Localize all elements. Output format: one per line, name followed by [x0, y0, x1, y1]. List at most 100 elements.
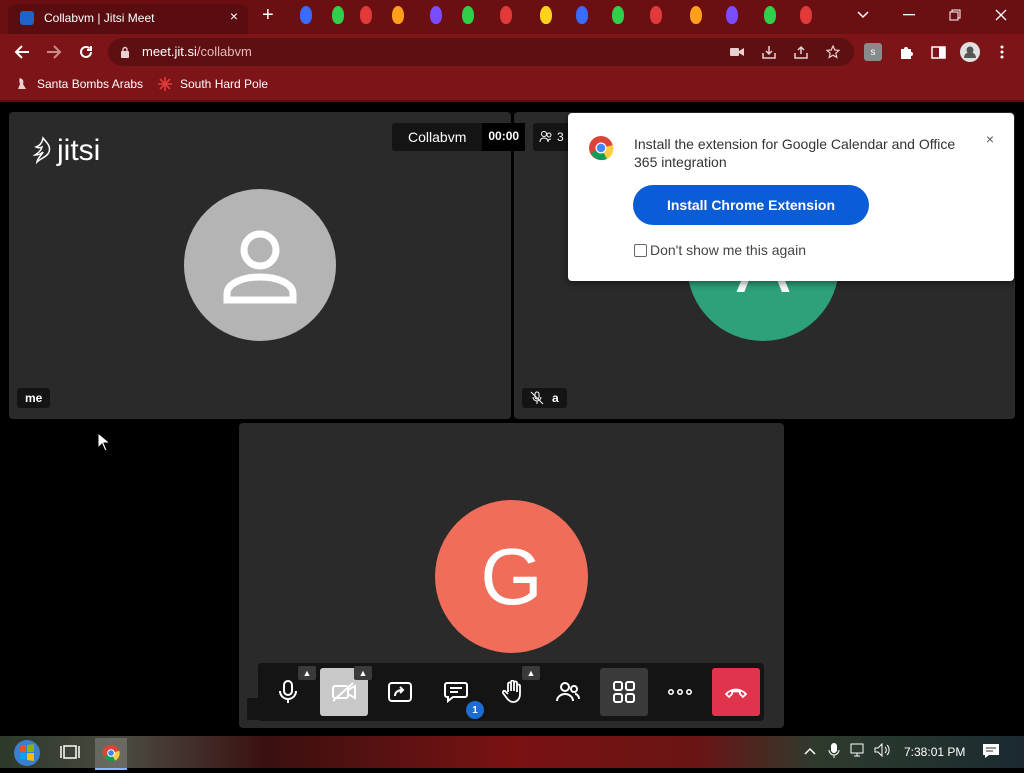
install-chrome-extension-button[interactable]: Install Chrome Extension: [633, 185, 869, 225]
taskbar-clock[interactable]: 7:38:01 PM: [904, 745, 965, 759]
tray-show-hidden-chevron-up-icon[interactable]: [804, 744, 816, 758]
bookmarks-bar: [0, 70, 1024, 102]
participant-avatar-g: G: [435, 500, 588, 653]
reactions-chevron-up-icon[interactable]: ▲: [522, 666, 540, 680]
holiday-light-decoration: [430, 6, 442, 24]
bookmark-star-icon[interactable]: [824, 43, 842, 61]
more-icon: [668, 689, 692, 695]
meeting-timer: 00:00: [482, 123, 526, 151]
participants-icon: [556, 682, 580, 702]
url-text: meet.jit.si/collabvm: [142, 44, 252, 59]
dont-show-again-label[interactable]: Don't show me this again: [650, 242, 806, 258]
mic-muted-icon: [530, 391, 544, 405]
install-extension-popup: Install the extension for Google Calenda…: [568, 113, 1014, 281]
video-settings-chevron-up-icon[interactable]: ▲: [354, 666, 372, 680]
chrome-logo-icon: [589, 136, 614, 161]
tray-network-icon[interactable]: [850, 743, 868, 760]
forward-arrow-icon[interactable]: [43, 41, 65, 63]
participant-tile-me[interactable]: jitsi me: [9, 112, 511, 419]
participant-nametag-a: a: [522, 388, 567, 408]
person-icon: [223, 230, 297, 304]
microphone-icon: [279, 680, 297, 703]
bookmark-south-hard-pole[interactable]: South Hard Pole: [180, 77, 268, 91]
jitsi-favicon-icon: [20, 11, 34, 25]
reload-icon[interactable]: [75, 41, 97, 63]
holiday-light-decoration: [462, 6, 474, 24]
address-bar[interactable]: meet.jit.si/collabvm: [108, 38, 854, 66]
participants-button[interactable]: [544, 668, 592, 716]
tray-microphone-icon[interactable]: [828, 742, 840, 761]
participant-avatar-me: [184, 189, 336, 341]
holiday-light-decoration: [540, 6, 552, 24]
back-arrow-icon[interactable]: [11, 41, 33, 63]
chrome-taskbar-icon: [102, 744, 120, 762]
holiday-light-decoration: [392, 6, 404, 24]
raise-hand-icon: [501, 680, 521, 703]
bookmark-santa-bombs-arabs[interactable]: Santa Bombs Arabs: [37, 77, 143, 91]
tile-view-icon: [613, 681, 635, 703]
browser-tab-active[interactable]: Collabvm | Jitsi Meet ×: [8, 4, 248, 34]
url-host: meet.jit.si: [142, 44, 197, 59]
holiday-light-decoration: [576, 6, 588, 24]
mouse-cursor-icon: [97, 432, 111, 452]
side-panel-icon[interactable]: [928, 42, 948, 62]
tab-title: Collabvm | Jitsi Meet: [44, 11, 155, 25]
dont-show-again-checkbox[interactable]: [634, 244, 647, 257]
more-actions-button[interactable]: [656, 668, 704, 716]
tray-volume-icon[interactable]: [874, 742, 892, 760]
jitsi-logo-text: jitsi: [57, 134, 101, 167]
holiday-light-decoration: [612, 6, 624, 24]
hangup-button[interactable]: [712, 668, 760, 716]
tab-search-chevron-down-icon[interactable]: [840, 0, 886, 30]
task-view-icon[interactable]: [60, 744, 80, 760]
camera-in-use-icon[interactable]: [728, 43, 746, 61]
snowflake-icon: [157, 76, 173, 92]
profile-avatar-icon[interactable]: [960, 42, 980, 62]
hangup-icon: [724, 688, 748, 698]
popup-message: Install the extension for Google Calenda…: [634, 136, 956, 170]
action-center-icon[interactable]: [982, 743, 1000, 762]
restore-window-button[interactable]: [932, 0, 978, 30]
holiday-light-decoration: [360, 6, 372, 24]
room-name: Collabvm: [408, 129, 467, 145]
audio-settings-chevron-up-icon[interactable]: ▲: [298, 666, 316, 680]
chrome-menu-kebab-icon[interactable]: [992, 42, 1012, 62]
popup-close-icon[interactable]: ×: [986, 131, 994, 147]
holiday-light-decoration: [726, 6, 738, 24]
share-icon[interactable]: [792, 43, 810, 61]
windows-taskbar: [0, 736, 1024, 768]
new-tab-button[interactable]: +: [262, 4, 274, 27]
holiday-light-decoration: [764, 6, 776, 24]
browser-titlebar: Collabvm | Jitsi Meet × +: [0, 0, 1024, 34]
taskbar-chrome-button[interactable]: [95, 738, 127, 770]
lock-icon[interactable]: [120, 46, 130, 58]
extensions-puzzle-icon[interactable]: [896, 42, 916, 62]
tile-view-button[interactable]: [600, 668, 648, 716]
tab-close-icon[interactable]: ×: [230, 8, 238, 24]
holiday-light-decoration: [500, 6, 512, 24]
close-window-button[interactable]: [978, 0, 1024, 30]
meeting-toolbox: ▲ ▲ 1 ▲: [258, 663, 764, 721]
install-app-icon[interactable]: [760, 43, 778, 61]
meeting-info-bar: Collabvm 00:00: [392, 123, 526, 151]
holiday-light-decoration: [300, 6, 312, 24]
participant-count: 3: [557, 130, 564, 144]
chat-icon: [444, 682, 468, 703]
extension-s-icon[interactable]: s: [864, 43, 882, 61]
participant-name-me: me: [17, 388, 51, 408]
minimize-window-button[interactable]: [886, 0, 932, 30]
participant-name-a: a: [552, 391, 559, 405]
jitsi-logo: jitsi: [31, 134, 100, 168]
url-path: /collabvm: [196, 44, 252, 59]
camera-off-icon: [332, 682, 356, 702]
start-button[interactable]: [8, 736, 46, 768]
holiday-light-decoration: [332, 6, 344, 24]
holiday-light-decoration: [690, 6, 702, 24]
holiday-light-decoration: [800, 6, 812, 24]
holiday-light-decoration: [650, 6, 662, 24]
screen-share-button[interactable]: [376, 668, 424, 716]
chat-unread-badge: 1: [466, 701, 484, 719]
jitsi-logo-icon: [32, 136, 51, 165]
participants-count-icon: [539, 131, 552, 143]
windows-start-orb-icon: [14, 740, 40, 766]
